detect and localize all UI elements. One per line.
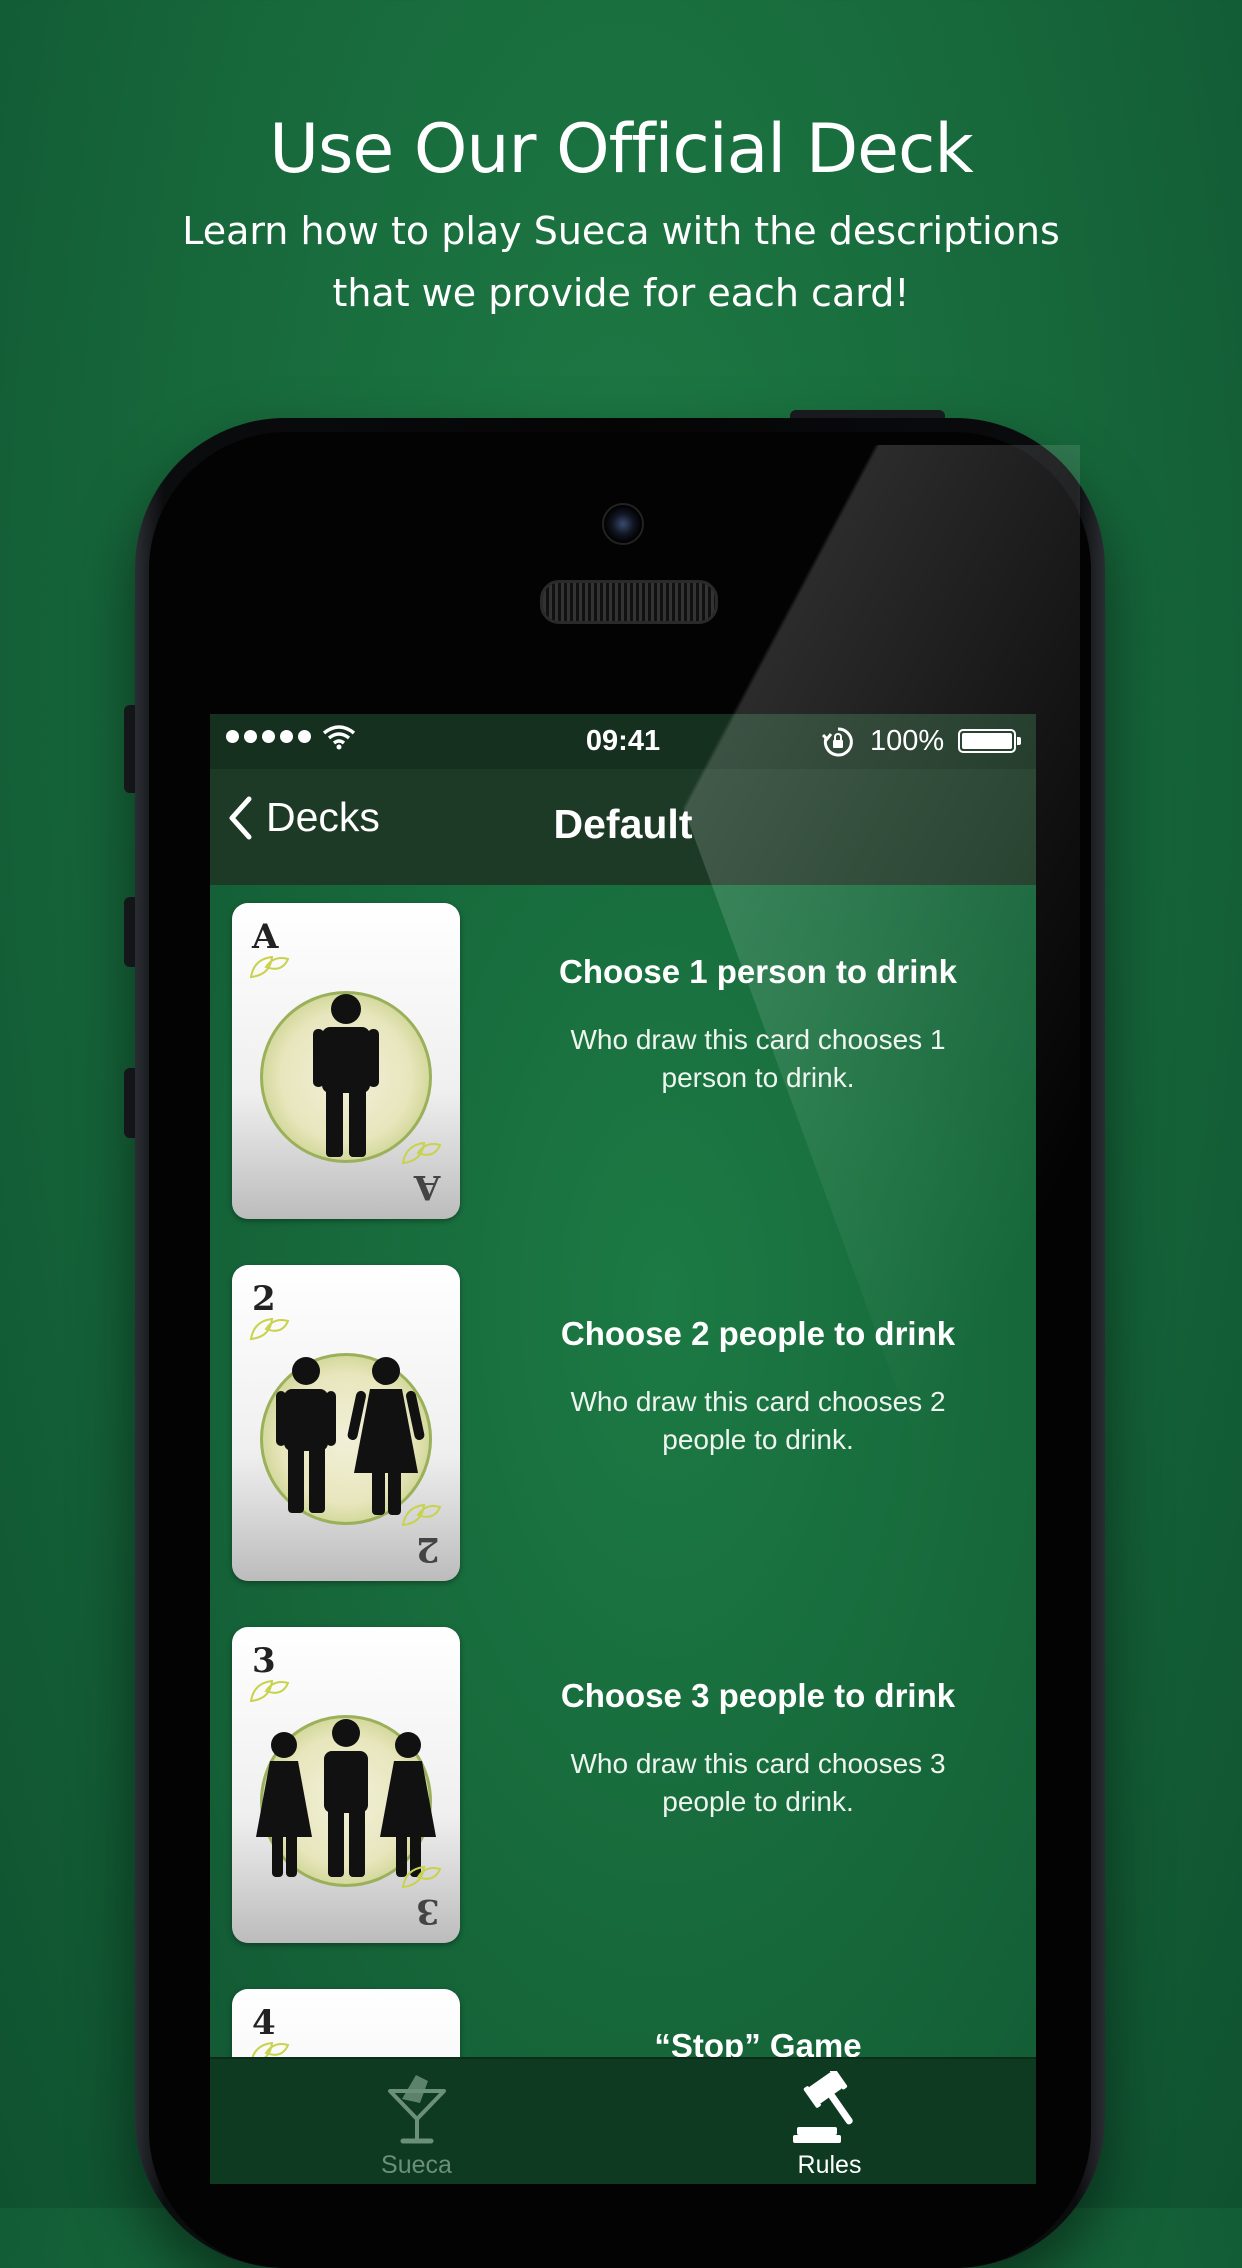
lime-leaf-icon xyxy=(401,1141,442,1165)
card-rank-inverted: A xyxy=(413,1167,440,1207)
rule-list-item[interactable]: A A Choose 1 person to drink Who draw th… xyxy=(210,903,1036,1223)
lime-leaf-icon xyxy=(401,1865,442,1889)
tab-rules[interactable]: Rules xyxy=(623,2059,1036,2184)
rule-title: Choose 2 people to drink xyxy=(560,1315,956,1352)
gavel-icon xyxy=(793,2071,853,2143)
front-camera-icon xyxy=(602,503,644,545)
card-rank-inverted: 2 xyxy=(416,1529,440,1569)
rule-title: Choose 1 person to drink xyxy=(559,953,957,990)
status-bar: 09:41 100% xyxy=(210,714,1036,769)
card-image: 2 2 xyxy=(232,1265,460,1581)
lime-leaf-icon xyxy=(401,1503,442,1527)
card-rank: 4 xyxy=(252,2003,276,2043)
cocktail-glass-icon xyxy=(388,2075,446,2144)
rotation-lock-icon xyxy=(822,727,853,757)
card-image: 3 3 xyxy=(232,1627,460,1943)
rule-description: Who draw this card chooses 3 people to d… xyxy=(570,1748,946,1817)
tab-label: Rules xyxy=(797,2151,862,2179)
tab-label: Sueca xyxy=(381,2151,452,2179)
lime-leaf-icon xyxy=(249,1317,290,1341)
tab-sueca[interactable]: Sueca xyxy=(210,2059,623,2184)
card-rank-inverted: 3 xyxy=(416,1891,440,1931)
rule-title: Choose 3 people to drink xyxy=(560,1677,956,1714)
card-rank: 2 xyxy=(252,1279,276,1319)
lime-leaf-icon xyxy=(249,1679,290,1703)
rule-description: Who draw this card chooses 2 people to d… xyxy=(570,1386,946,1455)
rule-description: Who draw this card chooses 1 person to d… xyxy=(570,1024,946,1093)
navigation-bar: Decks Default xyxy=(210,769,1036,885)
card-image: A A xyxy=(232,903,460,1219)
earpiece-speaker xyxy=(540,580,718,624)
nav-title: Default xyxy=(553,801,693,847)
battery-percentage: 100% xyxy=(870,725,945,757)
promo-subtitle: Learn how to play Sueca with the descrip… xyxy=(182,209,1060,315)
promo-title: Use Our Official Deck xyxy=(269,110,974,189)
battery-icon xyxy=(958,729,1021,753)
rule-list-item[interactable]: 2 2 Choose 2 people to drink Who draw th… xyxy=(210,1265,1036,1585)
card-rank: 3 xyxy=(252,1641,276,1681)
app-screen: 09:41 100% Decks Default A A Choose 1 pe… xyxy=(210,714,1036,2184)
card-rank: A xyxy=(252,917,279,957)
tab-bar: Sueca Rules xyxy=(210,2057,1036,2184)
lime-leaf-icon xyxy=(249,955,290,979)
rule-list-item[interactable]: 3 3 Choose 3 people to drink Who draw th… xyxy=(210,1627,1036,1947)
